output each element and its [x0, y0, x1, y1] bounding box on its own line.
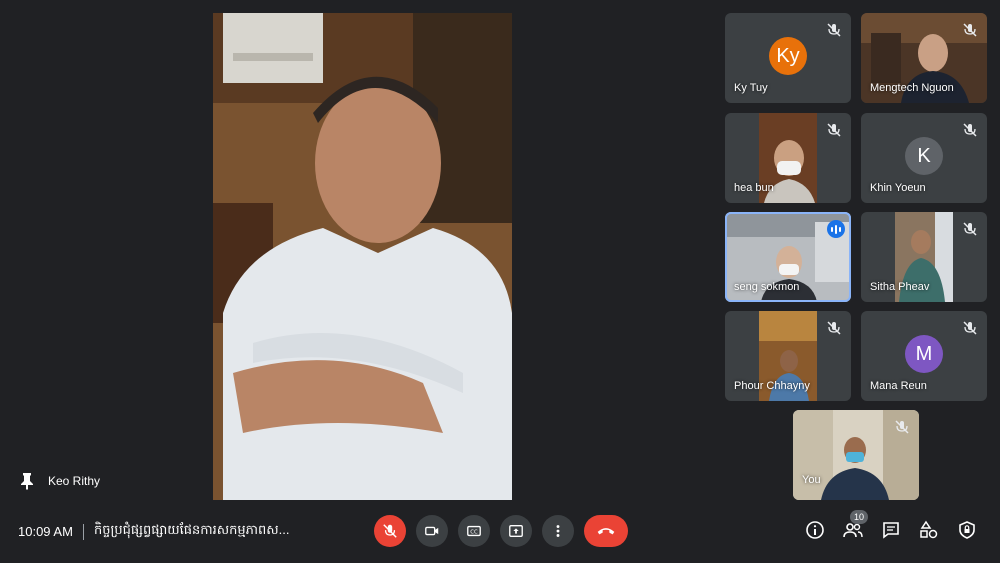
mic-off-icon	[827, 321, 841, 335]
participant-tile[interactable]: Mengtech Nguon	[861, 13, 987, 103]
more-options-button[interactable]	[542, 515, 574, 547]
captions-button[interactable]: CC	[458, 515, 490, 547]
participant-name: Mengtech Nguon	[870, 82, 954, 94]
participant-tile[interactable]: Ky Ky Tuy	[725, 13, 851, 103]
video-camera-icon	[425, 526, 439, 536]
mic-off-icon	[383, 524, 397, 538]
participant-tile[interactable]: seng sokmon	[725, 212, 851, 302]
avatar: Ky	[769, 37, 807, 75]
avatar: M	[905, 335, 943, 373]
participant-tile[interactable]: M Mana Reun	[861, 311, 987, 401]
main-speaker-video	[213, 13, 512, 500]
participant-name: Phour Chhayny	[734, 380, 810, 392]
meet-call-screen: Keo Rithy Ky Ky Tuy Mengtech Nguon hea b…	[0, 0, 1000, 563]
more-vert-icon	[556, 525, 560, 537]
participant-name: Ky Tuy	[734, 82, 768, 94]
chat-button[interactable]	[880, 519, 902, 541]
participant-name: seng sokmon	[734, 281, 800, 293]
leave-call-button[interactable]	[584, 515, 628, 547]
mic-off-icon	[827, 123, 841, 137]
avatar: K	[905, 137, 943, 175]
participants-button[interactable]: 10	[842, 510, 868, 541]
svg-text:CC: CC	[470, 530, 478, 536]
host-controls-button[interactable]	[956, 519, 978, 541]
info-icon	[806, 521, 824, 539]
clock-time: 10:09 AM	[18, 524, 73, 539]
participant-tile[interactable]: K Khin Yoeun	[861, 113, 987, 203]
divider	[82, 523, 84, 540]
meeting-details-button[interactable]	[804, 519, 826, 541]
meeting-details: 10:09 AM កិច្ចប្រជុំផ្សព្វផ្សាយផែនការសកម…	[18, 522, 290, 541]
mic-off-icon	[963, 123, 977, 137]
participant-count-badge: 10	[850, 510, 868, 524]
pinned-speaker-name: Keo Rithy	[48, 474, 101, 488]
speaking-indicator-icon	[827, 220, 845, 238]
pinned-speaker-label: Keo Rithy	[20, 472, 100, 490]
present-screen-button[interactable]	[500, 515, 532, 547]
chat-icon	[883, 522, 899, 539]
self-view-tile[interactable]: You	[793, 410, 919, 500]
mic-toggle-button[interactable]	[374, 515, 406, 547]
participant-tile[interactable]: Sitha Pheav	[861, 212, 987, 302]
shield-lock-icon	[959, 521, 975, 539]
participant-name: hea bun	[734, 182, 774, 194]
mic-off-icon	[895, 420, 909, 434]
participant-name: Khin Yoeun	[870, 182, 926, 194]
pin-icon[interactable]	[20, 472, 34, 490]
side-panel-controls: 10	[804, 510, 978, 541]
shapes-icon	[920, 520, 938, 539]
mic-off-icon	[827, 23, 841, 37]
hang-up-icon	[597, 528, 615, 535]
participant-name: Mana Reun	[870, 380, 927, 392]
mic-off-icon	[963, 23, 977, 37]
present-screen-icon	[509, 525, 523, 537]
call-controls: CC	[374, 515, 628, 547]
activities-button[interactable]	[918, 519, 940, 541]
meeting-title: កិច្ចប្រជុំផ្សព្វផ្សាយផែនការសកម្មភាពស...	[93, 522, 290, 537]
participant-tile[interactable]: hea bun	[725, 113, 851, 203]
participant-name: Sitha Pheav	[870, 281, 930, 293]
mic-off-icon	[963, 321, 977, 335]
camera-toggle-button[interactable]	[416, 515, 448, 547]
participant-tile[interactable]: Phour Chhayny	[725, 311, 851, 401]
closed-captions-icon: CC	[467, 525, 481, 537]
mic-off-icon	[963, 222, 977, 236]
participant-name: You	[802, 474, 821, 486]
